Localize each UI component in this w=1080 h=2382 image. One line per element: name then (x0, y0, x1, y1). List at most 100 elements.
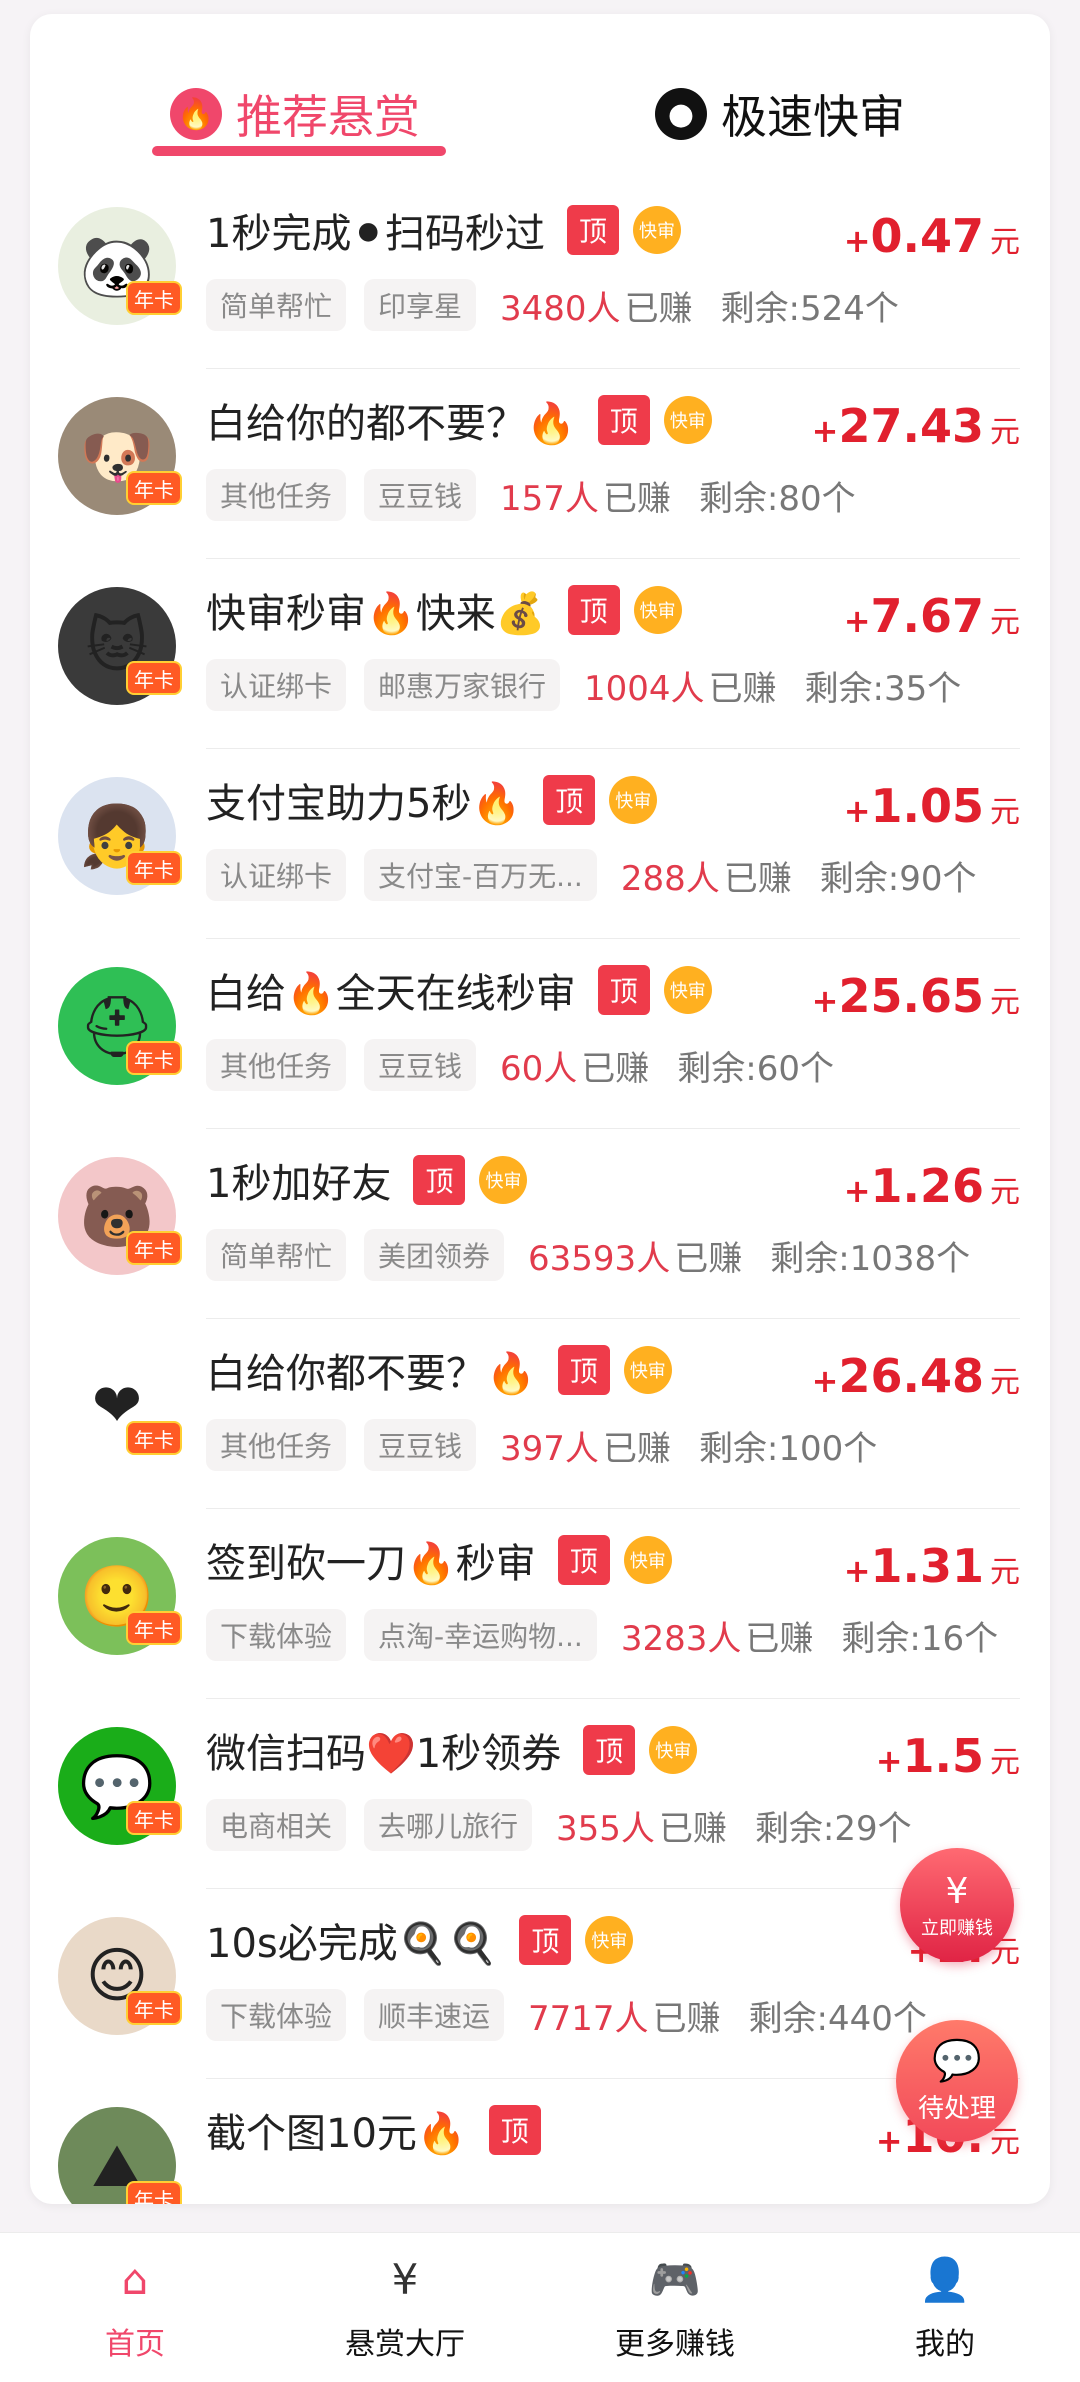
task-row[interactable]: 🐼 年卡 1秒完成⚫扫码秒过 顶 快审 简单帮忙 印享星 3480人 已赚 剩余… (30, 179, 1050, 369)
bottom-nav: ⌂ 首页 ¥ 悬赏大厅 🎮 更多赚钱 👤 我的 (0, 2232, 1080, 2382)
fast-review-tag: 快审 (632, 206, 681, 254)
nav-mine-label: 我的 (915, 2326, 975, 2362)
task-row[interactable]: 🙂 年卡 签到砍一刀🔥秒审 顶 快审 下载体验 点淘-幸运购物... 3283人… (30, 1509, 1050, 1699)
year-card-badge: 年卡 (126, 1421, 182, 1455)
reward-amount: + 27.43 元 (812, 399, 1020, 453)
remaining-count: 剩余:440个 (748, 1998, 927, 2039)
earned-suffix: 已赚 (652, 1998, 721, 2039)
fast-review-tag: 快审 (585, 1916, 634, 1964)
year-card-badge: 年卡 (126, 851, 182, 885)
task-title-line: 支付宝助力5秒🔥 顶 快审 (206, 771, 658, 829)
year-card-badge: 年卡 (126, 1991, 182, 2025)
task-meta: 简单帮忙 美团领券 63593人 已赚 剩余:1038个 (206, 1229, 970, 1281)
reward-plus: + (811, 1362, 839, 1400)
reward-amount: + 1.26 元 (844, 1159, 1020, 1213)
task-title-line: 1秒加好友 顶 快审 (206, 1151, 528, 1209)
tab-bar: 🔥 推荐悬赏 ● 极速快审 (30, 14, 1050, 164)
nav-home[interactable]: ⌂ 首页 (0, 2233, 270, 2382)
reward-unit: 元 (990, 795, 1020, 830)
fast-review-tag: 快审 (479, 1156, 528, 1204)
reward-amount: + 7.67 元 (844, 589, 1020, 643)
year-card-badge: 年卡 (126, 1041, 182, 1075)
task-row[interactable]: 😊 年卡 10s必完成🍳🍳 顶 快审 下载体验 顺丰速运 7717人 已赚 剩余… (30, 1889, 1050, 2079)
tab-fast[interactable]: ● 极速快审 (655, 72, 905, 156)
task-row[interactable]: 💬 年卡 微信扫码❤️1秒领券 顶 快审 电商相关 去哪儿旅行 355人 已赚 … (30, 1699, 1050, 1889)
category-tag: 其他任务 (206, 1419, 347, 1471)
year-card-badge: 年卡 (126, 2181, 182, 2204)
year-card-badge: 年卡 (126, 1231, 182, 1265)
reward-amount: + 1.05 元 (844, 779, 1020, 833)
remaining-count: 剩余:100个 (698, 1428, 878, 1469)
earned-suffix: 已赚 (581, 1048, 650, 1089)
year-card-badge: 年卡 (126, 1611, 182, 1645)
task-title-line: 10s必完成🍳🍳 顶 快审 (206, 1911, 634, 1969)
top-tag: 顶 (413, 1155, 466, 1205)
fast-review-tag: 快审 (663, 966, 712, 1014)
task-row[interactable]: 🐶 年卡 白给你的都不要？🔥 顶 快审 其他任务 豆豆钱 157人 已赚 剩余:… (30, 369, 1050, 559)
merchant-tag: 美团领券 (364, 1229, 505, 1281)
nav-more-earn[interactable]: 🎮 更多赚钱 (540, 2233, 810, 2382)
earn-now-button[interactable]: ¥ 立即赚钱 (900, 1848, 1014, 1962)
task-row[interactable]: 🐱 年卡 快审秒审🔥快来💰 顶 快审 认证绑卡 邮惠万家银行 1004人 已赚 … (30, 559, 1050, 749)
earned-count: 157人 (500, 478, 599, 519)
merchant-tag: 豆豆钱 (364, 1419, 477, 1471)
top-tag: 顶 (557, 1535, 610, 1585)
task-meta: 下载体验 顺丰速运 7717人 已赚 剩余:440个 (206, 1989, 927, 2041)
tab-fast-label: 极速快审 (721, 90, 905, 144)
earned-suffix: 已赚 (745, 1618, 814, 1659)
nav-bounty-hall[interactable]: ¥ 悬赏大厅 (270, 2233, 540, 2382)
task-row[interactable]: ⛑ 年卡 白给🔥全天在线秒审 顶 快审 其他任务 豆豆钱 60人 已赚 剩余:6… (30, 939, 1050, 1129)
earn-now-label: 立即赚钱 (921, 1917, 993, 1939)
category-tag: 下载体验 (206, 1609, 347, 1661)
nav-mine[interactable]: 👤 我的 (810, 2233, 1080, 2382)
fast-review-tag: 快审 (633, 586, 682, 634)
remaining-count: 剩余:16个 (841, 1618, 999, 1659)
reward-value: 25.65 (838, 969, 984, 1023)
reward-unit: 元 (990, 1555, 1020, 1590)
task-title-line: 快审秒审🔥快来💰 顶 快审 (206, 581, 682, 639)
reward-amount: + 0.47 元 (844, 209, 1020, 263)
reward-plus: + (843, 1552, 871, 1590)
task-title-line: 白给🔥全天在线秒审 顶 快审 (206, 961, 712, 1019)
gamepad-icon: 🎮 (648, 2254, 702, 2304)
reward-plus: + (811, 982, 839, 1020)
earned-count: 3480人 (500, 288, 621, 329)
top-tag: 顶 (597, 395, 650, 445)
year-card-badge: 年卡 (126, 1801, 182, 1835)
task-meta: 电商相关 去哪儿旅行 355人 已赚 剩余:29个 (206, 1799, 912, 1851)
earned-suffix: 已赚 (624, 288, 693, 329)
task-meta: 认证绑卡 邮惠万家银行 1004人 已赚 剩余:35个 (206, 659, 961, 711)
user-circle-icon: ● (655, 88, 707, 140)
task-row[interactable]: 👧 年卡 支付宝助力5秒🔥 顶 快审 认证绑卡 支付宝-百万无... 288人 … (30, 749, 1050, 939)
yen-icon: ¥ (945, 1870, 969, 1912)
reward-value: 1.31 (870, 1539, 985, 1593)
category-tag: 认证绑卡 (206, 659, 347, 711)
task-row[interactable]: 🐻 年卡 1秒加好友 顶 快审 简单帮忙 美团领券 63593人 已赚 剩余:1… (30, 1129, 1050, 1319)
reward-unit: 元 (990, 605, 1020, 640)
reward-value: 1.26 (870, 1159, 985, 1213)
reward-value: 1.05 (870, 779, 985, 833)
earned-suffix: 已赚 (602, 478, 671, 519)
merchant-tag: 印享星 (364, 279, 477, 331)
task-title-line: 白给你的都不要？🔥 顶 快审 (206, 391, 712, 449)
task-title-line: 白给你都不要？🔥 顶 快审 (206, 1341, 672, 1399)
task-title: 白给你的都不要？🔥 (206, 401, 576, 447)
reward-plus: + (875, 2122, 903, 2160)
pending-button[interactable]: 💬 待处理 (896, 2020, 1018, 2142)
task-row[interactable]: ⛰ 年卡 截个图10元🔥 顶 + 10. 元 (30, 2079, 1050, 2204)
category-tag: 电商相关 (206, 1799, 347, 1851)
tab-recommend[interactable]: 🔥 推荐悬赏 (170, 72, 420, 156)
earned-count: 355人 (556, 1808, 655, 1849)
task-title-line: 1秒完成⚫扫码秒过 顶 快审 (206, 201, 681, 259)
reward-value: 27.43 (838, 399, 984, 453)
task-row[interactable]: ❤ 年卡 白给你都不要？🔥 顶 快审 其他任务 豆豆钱 397人 已赚 剩余:1… (30, 1319, 1050, 1509)
earned-suffix: 已赚 (602, 1428, 671, 1469)
earned-count: 397人 (500, 1428, 599, 1469)
flame-icon: 🔥 (170, 88, 222, 140)
fast-review-tag: 快审 (663, 396, 712, 444)
nav-more-earn-label: 更多赚钱 (615, 2326, 735, 2362)
task-meta: 简单帮忙 印享星 3480人 已赚 剩余:524个 (206, 279, 899, 331)
task-title-line: 截个图10元🔥 顶 (206, 2101, 541, 2159)
pending-label: 待处理 (917, 2094, 996, 2124)
earned-count: 1004人 (584, 668, 705, 709)
